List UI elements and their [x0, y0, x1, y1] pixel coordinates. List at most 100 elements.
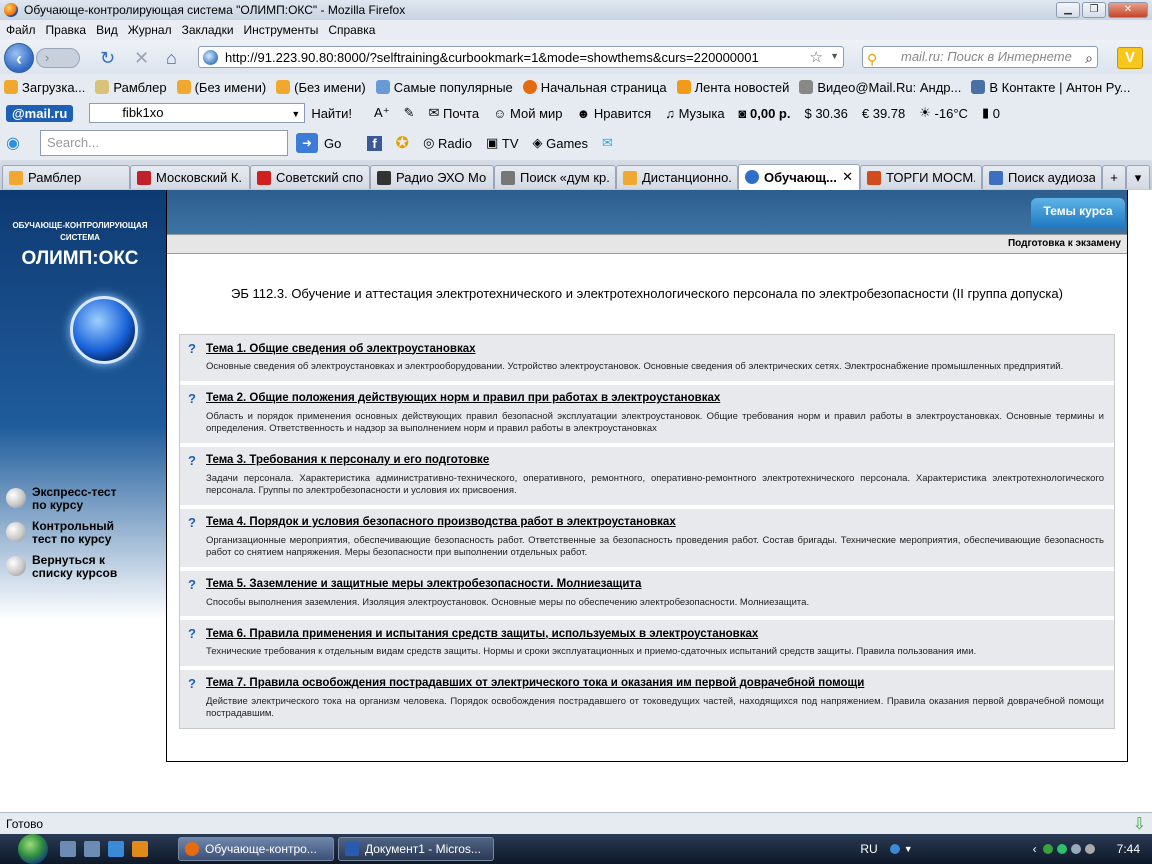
bookmark-star-icon[interactable]: ☆ — [810, 48, 823, 66]
menu-history[interactable]: Журнал — [128, 23, 172, 37]
chevron-down-icon[interactable]: ▼ — [830, 51, 839, 61]
media-player-icon[interactable] — [132, 841, 148, 857]
balance-value[interactable]: ◙ 0,00 р. — [739, 106, 791, 121]
help-question-icon[interactable]: ? — [188, 577, 206, 592]
mail-link[interactable]: ✉ Почта — [428, 105, 479, 121]
tab-echo[interactable]: Радио ЭХО Мо... — [370, 165, 494, 189]
ie-icon[interactable] — [108, 841, 124, 857]
tv-link[interactable]: ▣ TV — [486, 135, 519, 151]
search-input[interactable]: ⚲ mail.ru: Поиск в Интернете ⌕ — [862, 46, 1098, 68]
tab-course-themes[interactable]: Темы курса — [1031, 198, 1125, 228]
breadcrumb[interactable]: Подготовка к экзамену — [167, 234, 1127, 254]
tray-app-icon[interactable] — [1042, 844, 1053, 854]
tab-wiki-search[interactable]: Поиск «дум кр... — [494, 165, 616, 189]
bookmark-item[interactable]: Начальная страница — [522, 80, 667, 95]
font-size-icon[interactable]: A⁺ — [374, 105, 390, 121]
home-icon[interactable]: ⌂ — [166, 49, 177, 67]
help-question-icon[interactable]: ? — [188, 341, 206, 356]
close-button[interactable]: ✕ — [1108, 2, 1148, 18]
bookmark-item[interactable]: Загрузка... — [4, 80, 85, 95]
topic-link[interactable]: Тема 3. Требования к персоналу и его под… — [206, 454, 489, 466]
search-engine-icon[interactable]: ⚲ — [867, 49, 877, 69]
volume-icon[interactable] — [1084, 844, 1095, 854]
go-button[interactable]: ➜ Go — [295, 133, 341, 153]
taskbar-word[interactable]: Документ1 - Micros... — [338, 837, 494, 861]
minimize-button[interactable]: ▁ — [1056, 2, 1080, 18]
usd-rate[interactable]: $ 30.36 — [804, 106, 847, 121]
new-tab-button[interactable]: + — [1102, 165, 1126, 189]
bookmark-item[interactable]: Рамблер — [95, 80, 167, 95]
help-question-icon[interactable]: ? — [188, 626, 206, 641]
help-question-icon[interactable]: ? — [188, 676, 206, 691]
mailru-search-input[interactable]: fibk1xo ▼ — [89, 103, 306, 123]
back-button[interactable]: ‹ — [4, 43, 34, 73]
facebook-icon[interactable]: f — [367, 135, 382, 151]
menu-tools[interactable]: Инструменты — [244, 23, 319, 37]
mailru-logo[interactable]: @mail.ru — [6, 104, 74, 122]
tab-audio-search[interactable]: Поиск аудиоза... — [982, 165, 1102, 189]
menu-file[interactable]: Файл — [6, 23, 36, 37]
my-world-link[interactable]: ☺ Мой мир — [493, 106, 562, 121]
weather-value[interactable]: ☀ -16°C — [919, 105, 968, 121]
tab-olimp[interactable]: Обучающ... ✕ — [738, 163, 860, 190]
clock[interactable]: 7:44 — [1117, 842, 1140, 856]
control-test-link[interactable]: Контрольный тест по курсу — [6, 520, 132, 546]
traffic-value[interactable]: ▮ 0 — [982, 105, 1000, 121]
switch-windows-icon[interactable] — [84, 841, 100, 857]
maximize-button[interactable]: ❐ — [1082, 2, 1106, 18]
v-addon-button[interactable]: V — [1117, 47, 1143, 69]
chevron-down-icon[interactable]: ▼ — [904, 844, 913, 854]
tab-rambler[interactable]: Рамблер — [2, 165, 130, 189]
toolbar-search-input[interactable]: Search... — [39, 130, 288, 156]
start-button[interactable] — [18, 834, 48, 864]
bookmark-item[interactable]: Видео@Mail.Ru: Андр... — [799, 80, 961, 95]
topic-link[interactable]: Тема 6. Правила применения и испытания с… — [206, 628, 758, 640]
forward-button[interactable]: › — [36, 48, 80, 68]
apps-icon[interactable]: ✪ — [396, 133, 409, 153]
back-to-courses-link[interactable]: Вернуться к списку курсов — [6, 554, 132, 580]
help-question-icon[interactable]: ? — [188, 391, 206, 406]
tab-sport[interactable]: Советский спо... — [250, 165, 370, 189]
games-link[interactable]: ◈ Games — [533, 135, 589, 151]
url-text[interactable]: http://91.223.90.80:8000/?selftraining&c… — [225, 50, 759, 65]
stop-icon[interactable]: ✕ — [134, 49, 149, 67]
eur-rate[interactable]: € 39.78 — [862, 106, 905, 121]
bookmark-item[interactable]: (Без имени) — [276, 80, 366, 95]
highlight-icon[interactable]: ✎ — [404, 105, 415, 121]
music-link[interactable]: ♫ Музыка — [665, 106, 724, 121]
mailru-find-button[interactable]: Найти! — [311, 106, 352, 121]
search-icon[interactable]: ⌕ — [1085, 48, 1093, 68]
like-link[interactable]: ☻ Нравится — [577, 106, 652, 121]
url-bar[interactable]: http://91.223.90.80:8000/?selftraining&c… — [198, 46, 844, 68]
bookmark-item[interactable]: В Контакте | Антон Ру... — [971, 80, 1131, 95]
twitter-icon[interactable]: ✉ — [602, 135, 613, 151]
tab-list-button[interactable]: ▾ — [1126, 165, 1150, 189]
chevron-down-icon[interactable]: ▼ — [291, 105, 300, 123]
network-icon[interactable] — [1070, 844, 1081, 854]
help-question-icon[interactable]: ? — [188, 515, 206, 530]
menu-bookmarks[interactable]: Закладки — [182, 23, 234, 37]
topic-link[interactable]: Тема 7. Правила освобождения пострадавши… — [206, 677, 864, 689]
tab-close-icon[interactable]: ✕ — [842, 169, 853, 185]
tab-torgi[interactable]: ТОРГИ МОСМ... — [860, 165, 982, 189]
topic-link[interactable]: Тема 1. Общие сведения об электроустанов… — [206, 343, 476, 355]
bookmark-item[interactable]: Лента новостей — [676, 80, 789, 95]
radio-link[interactable]: ◎ Radio — [423, 135, 472, 151]
topic-link[interactable]: Тема 5. Заземление и защитные меры элект… — [206, 578, 641, 590]
menu-edit[interactable]: Правка — [46, 23, 87, 37]
tab-mk[interactable]: Московский К... — [130, 165, 250, 189]
bookmark-item[interactable]: (Без имени) — [176, 80, 266, 95]
topic-link[interactable]: Тема 4. Порядок и условия безопасного пр… — [206, 516, 676, 528]
help-question-icon[interactable]: ? — [188, 453, 206, 468]
express-test-link[interactable]: Экспресс-тест по курсу — [6, 486, 132, 512]
show-desktop-icon[interactable] — [60, 841, 76, 857]
help-icon[interactable] — [889, 844, 900, 854]
menu-view[interactable]: Вид — [96, 23, 118, 37]
tray-expand-icon[interactable]: ‹ — [1033, 842, 1037, 856]
tab-distance[interactable]: Дистанционно... — [616, 165, 738, 189]
topic-link[interactable]: Тема 2. Общие положения действующих норм… — [206, 392, 720, 404]
language-indicator[interactable]: RU — [860, 842, 877, 856]
bookmark-item[interactable]: Самые популярные — [375, 80, 513, 95]
download-arrow-icon[interactable]: ⇩ — [1133, 814, 1146, 834]
reload-icon[interactable]: ↻ — [100, 49, 115, 67]
